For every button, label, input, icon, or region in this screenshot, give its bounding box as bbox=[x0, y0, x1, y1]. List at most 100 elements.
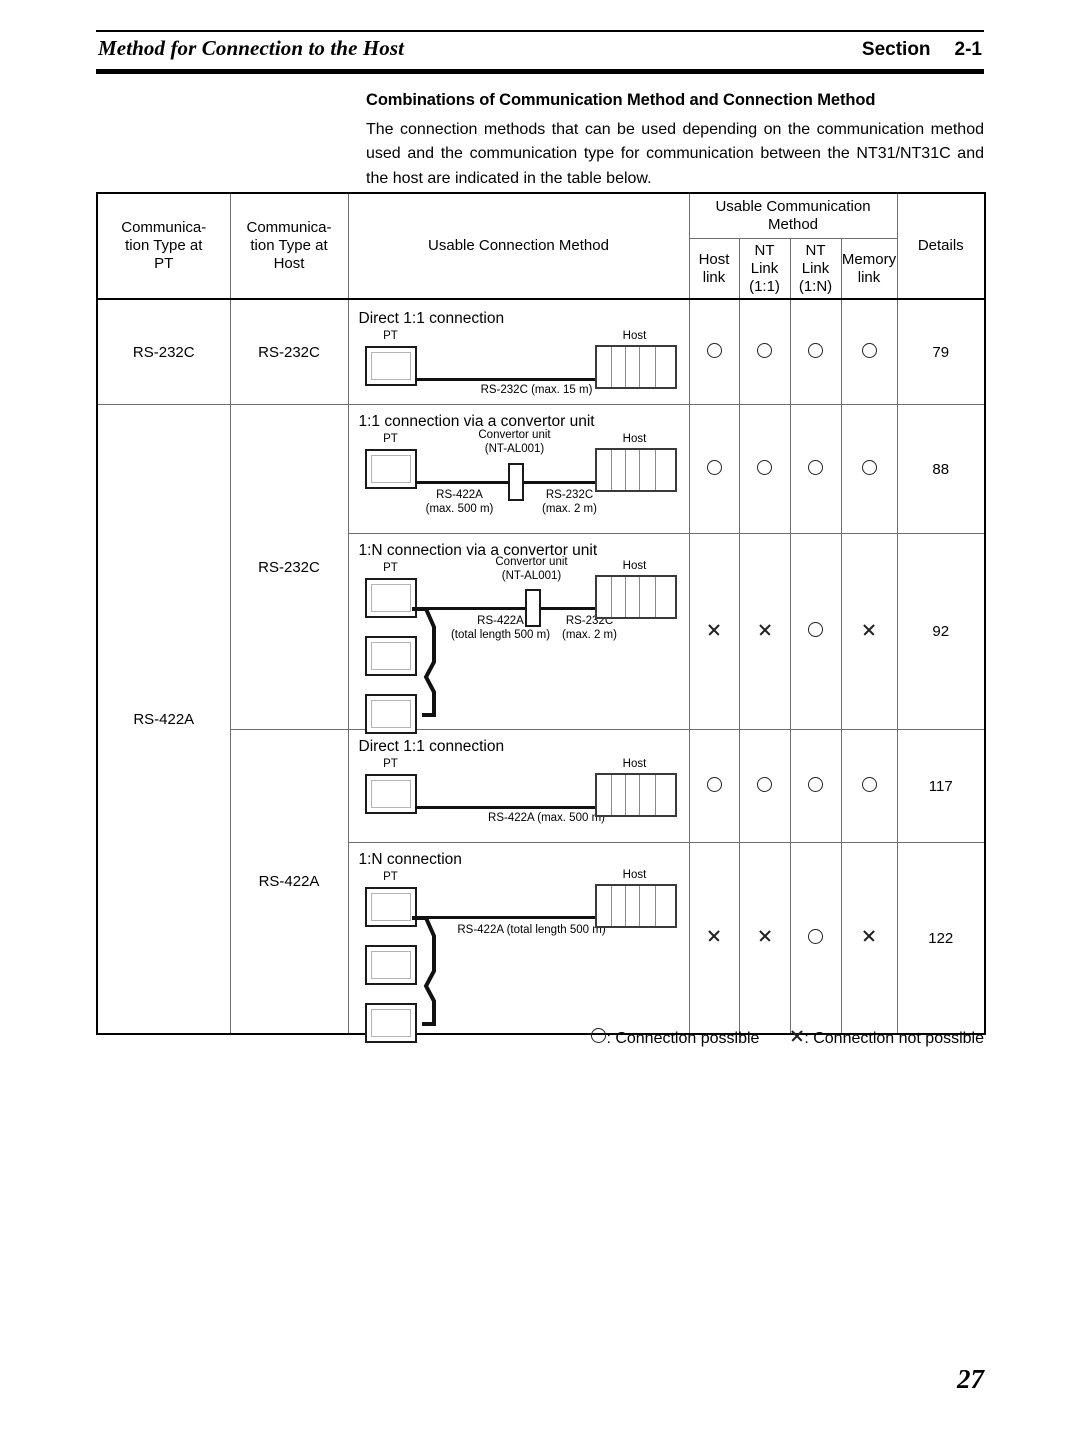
table-legend: : Connection possible : Connection not p… bbox=[96, 1028, 984, 1048]
cell-nt-link-11 bbox=[738, 533, 791, 730]
th-nt-link-1n: NT Link (1:N) bbox=[789, 238, 842, 300]
th-comm-type-host-line1: Communica- bbox=[246, 219, 332, 236]
cable-left-label: RS-422A (max. 500 m) bbox=[405, 489, 515, 517]
th-comm-type-host-line3: Host bbox=[273, 255, 305, 272]
mark-cross-icon bbox=[862, 623, 876, 637]
mark-circle-icon bbox=[706, 459, 722, 475]
cell-connection-diagram: 1:N connection PT RS-422A (total length … bbox=[347, 842, 690, 1043]
th-usable-connection-method: Usable Connection Method bbox=[347, 192, 690, 300]
cell-memory-link bbox=[840, 729, 898, 843]
cable-right-line2: (max. 2 m) bbox=[562, 628, 617, 641]
cell-connection-diagram: Direct 1:1 connection PT RS-422A (max. 5… bbox=[347, 729, 690, 843]
pt-label: PT bbox=[383, 562, 398, 574]
cell-host-link bbox=[688, 533, 740, 730]
pt-device-icon bbox=[364, 449, 417, 489]
convertor-label: Convertor unit (NT-AL001) bbox=[467, 556, 597, 584]
mark-cross-icon bbox=[707, 623, 721, 637]
pt-device-icon bbox=[364, 346, 417, 386]
cell-connection-diagram: Direct 1:1 connection PT RS-232C (max. 1… bbox=[347, 298, 690, 405]
diagram-canvas: PT Convertor unit (NT-AL001) RS-422A (to… bbox=[357, 556, 689, 734]
cell-details-page: 92 bbox=[896, 533, 987, 730]
legend-possible-text: : Connection possible bbox=[606, 1030, 760, 1047]
cell-nt-link-11 bbox=[738, 404, 791, 534]
cell-memory-link bbox=[840, 298, 898, 405]
legend-cross-icon bbox=[790, 1029, 804, 1043]
header-rule-bottom bbox=[96, 69, 984, 74]
diagram-1n-rs422a: 1:N connection PT RS-422A (total length … bbox=[349, 843, 689, 1043]
cable-left-line2: (total length 500 m) bbox=[450, 628, 551, 641]
diagram-direct-11-rs232c: Direct 1:1 connection PT RS-232C (max. 1… bbox=[349, 302, 689, 402]
mark-circle-icon bbox=[808, 622, 823, 637]
mark-circle-icon bbox=[861, 459, 877, 475]
table-header-row-1: Communica- tion Type at PT Communica- ti… bbox=[96, 192, 987, 300]
combinations-table: Communica- tion Type at PT Communica- ti… bbox=[96, 192, 987, 1043]
th-host-link-line1: Host bbox=[698, 250, 730, 268]
pt-label: PT bbox=[383, 433, 398, 445]
th-comm-type-host-line2: tion Type at bbox=[250, 237, 328, 254]
cable-right-line1: RS-232C bbox=[545, 489, 594, 501]
cell-host-link bbox=[688, 842, 740, 1035]
th-comm-type-pt-line2: tion Type at bbox=[125, 237, 203, 254]
header-section-label: Section bbox=[861, 39, 931, 60]
convertor-label-line1: Convertor unit bbox=[495, 556, 568, 568]
pt-label: PT bbox=[383, 871, 398, 883]
table-row: RS-422A RS-232C 1:1 connection via a con… bbox=[96, 404, 987, 1035]
mark-circle-icon bbox=[808, 928, 823, 944]
cable-right-line2: (max. 2 m) bbox=[542, 502, 597, 515]
pt-label: PT bbox=[383, 758, 398, 770]
cable-right-label: RS-232C (max. 2 m) bbox=[545, 615, 635, 643]
th-comm-type-pt: Communica- tion Type at PT bbox=[96, 192, 231, 300]
cell-nt-link-1n bbox=[789, 404, 842, 534]
th-host-link: Host link bbox=[688, 238, 740, 300]
pt-device-icon bbox=[364, 887, 417, 927]
th-nt-link-1n-line1: NT bbox=[805, 241, 826, 259]
header-title: Method for Connection to the Host bbox=[98, 36, 405, 60]
mark-cross-icon bbox=[758, 623, 772, 637]
th-details: Details bbox=[896, 192, 987, 300]
mark-circle-icon bbox=[757, 459, 772, 475]
host-device-icon bbox=[594, 884, 677, 928]
mark-circle-icon bbox=[808, 776, 823, 792]
pt-device-icon bbox=[364, 636, 417, 676]
cell-host-link bbox=[688, 729, 740, 843]
cell-memory-link bbox=[840, 533, 898, 730]
host-label: Host bbox=[622, 758, 647, 770]
th-nt-link-11-line3: (1:1) bbox=[749, 277, 780, 295]
host-device-icon bbox=[594, 448, 677, 492]
host-label: Host bbox=[622, 560, 647, 572]
cell-details-page: 88 bbox=[896, 404, 987, 534]
th-ucm-line1: Usable Communication bbox=[715, 198, 871, 215]
diagram-canvas: PT RS-422A (max. 500 m) Host bbox=[357, 756, 689, 836]
cell-pt-type: RS-232C bbox=[96, 298, 231, 405]
cable-left-line2: (max. 500 m) bbox=[425, 502, 494, 515]
cell-host-type: RS-232C bbox=[229, 404, 349, 730]
host-device-icon bbox=[594, 773, 677, 817]
convertor-label-line2: (NT-AL001) bbox=[484, 442, 545, 455]
th-memory-link-line2: link bbox=[857, 268, 881, 286]
th-comm-type-host: Communica- tion Type at Host bbox=[229, 192, 349, 300]
host-label: Host bbox=[622, 869, 647, 881]
table-row: RS-422A Direct 1:1 connection PT RS-422A… bbox=[97, 729, 987, 1035]
cell-nt-link-11 bbox=[738, 729, 791, 843]
diagram-title: 1:N connection bbox=[358, 851, 462, 868]
cell-host-type: RS-232C bbox=[229, 298, 349, 405]
cable-left-line1: RS-422A bbox=[436, 489, 483, 501]
pt-device-icon bbox=[364, 774, 417, 814]
cell-memory-link bbox=[840, 404, 898, 534]
th-comm-type-pt-line3: PT bbox=[154, 255, 174, 272]
convertor-label-line2: (NT-AL001) bbox=[501, 569, 562, 582]
th-nt-link-11-line1: NT bbox=[754, 241, 775, 259]
cell-nt-link-1n bbox=[789, 842, 842, 1035]
convertor-label: Convertor unit (NT-AL001) bbox=[450, 429, 580, 457]
cell-connection-diagram: 1:N connection via a convertor unit PT C… bbox=[347, 533, 690, 734]
mark-cross-icon bbox=[758, 929, 772, 943]
mark-circle-icon bbox=[808, 459, 823, 475]
intro-paragraph: The connection methods that can be used … bbox=[366, 121, 984, 187]
cell-pt-type: RS-422A bbox=[96, 404, 231, 1035]
cell-host-type: RS-422A bbox=[229, 729, 349, 1035]
cell-details-page: 122 bbox=[896, 842, 987, 1035]
mark-circle-icon bbox=[861, 776, 877, 792]
intro-heading: Combinations of Communication Method and… bbox=[366, 91, 876, 109]
mark-cross-icon bbox=[862, 929, 876, 943]
cell-nt-link-11 bbox=[738, 298, 791, 405]
